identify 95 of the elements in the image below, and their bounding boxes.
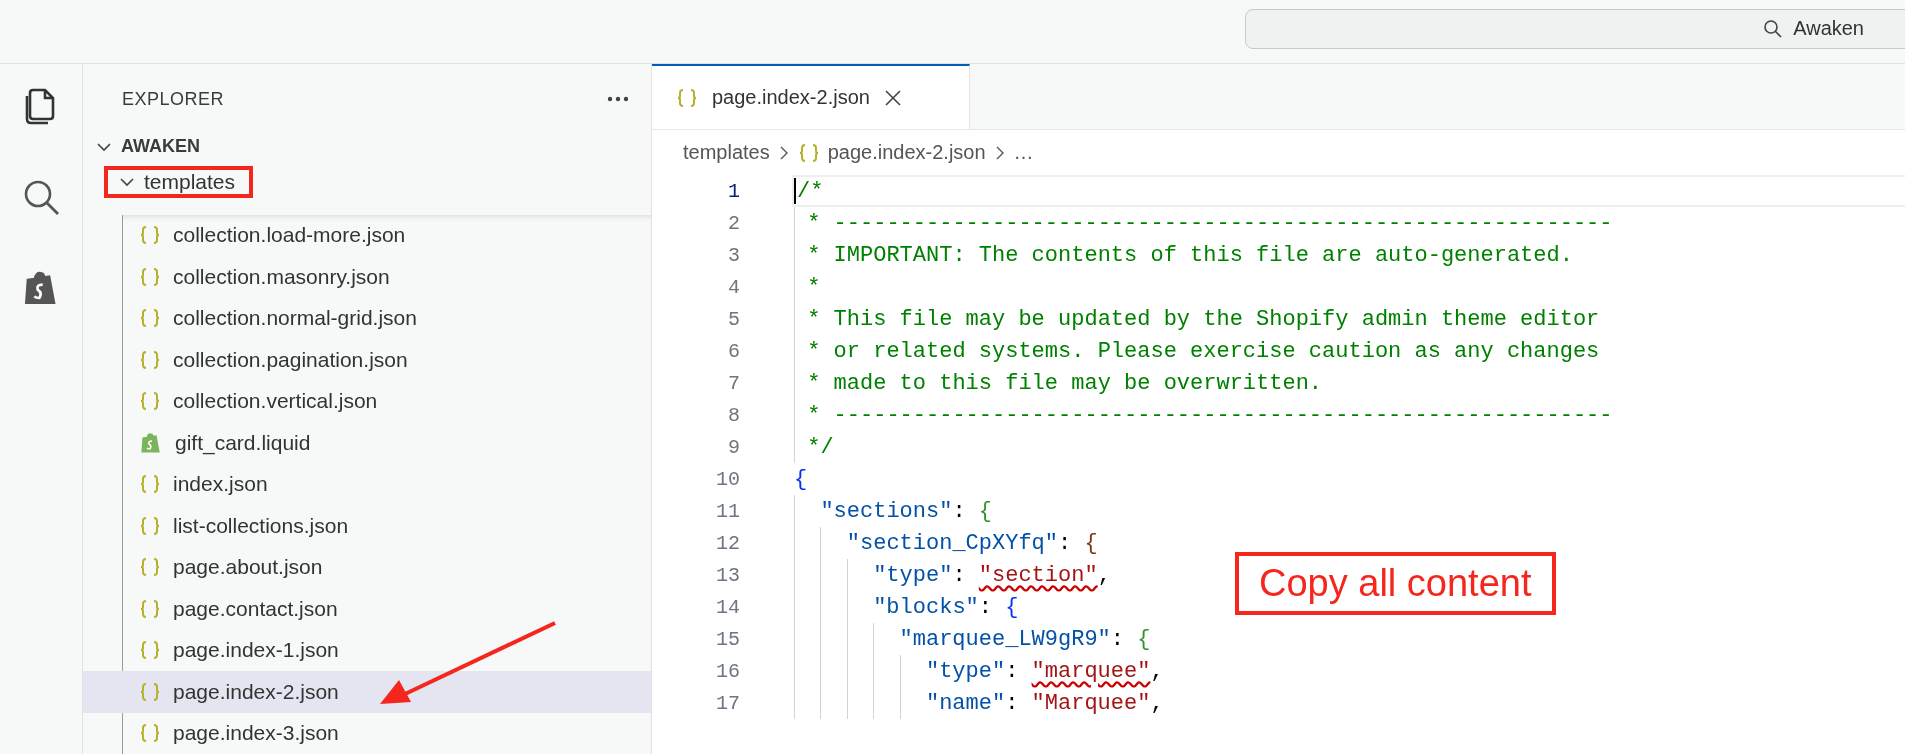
file-item[interactable]: gift_card.liquid <box>83 422 651 464</box>
file-item[interactable]: page.index-2.json <box>83 671 651 713</box>
code-token: "type" <box>873 562 953 588</box>
breadcrumb-item[interactable]: … <box>1013 141 1034 164</box>
search-icon[interactable] <box>22 178 60 216</box>
code-token: { <box>978 498 993 524</box>
search-icon <box>1763 18 1784 39</box>
code-token: : <box>1005 658 1020 684</box>
line-number: 14 <box>715 595 740 619</box>
shopping-bag-icon <box>139 430 163 455</box>
code-token: : <box>978 594 993 620</box>
line-number: 13 <box>715 563 740 587</box>
line-number: 11 <box>715 499 740 523</box>
line-number: 16 <box>715 659 740 683</box>
code-comment: * ----------------------------------------------------------- <box>807 210 1613 236</box>
code-token: , <box>1150 690 1164 716</box>
code-token: , <box>1097 562 1111 588</box>
code-comment: /* <box>797 178 824 204</box>
line-number: 15 <box>715 627 740 651</box>
line-number: 3 <box>727 243 740 267</box>
code-comment: * IMPORTANT: The contents of this file are auto-generated. <box>807 242 1573 268</box>
breadcrumb-item[interactable]: templates <box>683 141 770 164</box>
curly-braces-icon <box>139 680 161 703</box>
file-item[interactable]: page.index-1.json <box>83 629 651 671</box>
text-cursor <box>794 178 796 204</box>
file-item[interactable]: collection.load-more.json <box>83 214 651 256</box>
code-token: "sections" <box>820 498 953 524</box>
line-number: 5 <box>727 307 740 331</box>
code-token: "marquee" <box>1031 658 1151 684</box>
line-number: 2 <box>727 211 740 235</box>
code-token: { <box>1084 530 1098 556</box>
line-number: 9 <box>727 435 740 459</box>
file-item[interactable]: page.index-3.json <box>83 712 651 754</box>
code-token: { <box>1005 594 1019 620</box>
folder-name: AWAKEN <box>121 136 200 158</box>
file-item[interactable]: collection.vertical.json <box>83 380 651 422</box>
code-token: : <box>952 498 967 524</box>
close-icon[interactable] <box>883 88 902 107</box>
line-number: 1 <box>727 179 740 203</box>
line-number: 8 <box>727 403 740 427</box>
sidebar-title: EXPLORER <box>122 88 225 110</box>
file-item[interactable]: list-collections.json <box>83 505 651 547</box>
code-token: "Marquee" <box>1031 690 1151 716</box>
code-comment: * ----------------------------------------------------------- <box>807 402 1613 428</box>
curly-braces-icon <box>139 390 161 413</box>
line-number: 12 <box>715 531 740 555</box>
code-token: : <box>1110 626 1125 652</box>
curly-braces-icon <box>139 307 161 330</box>
curly-braces-icon <box>139 265 161 288</box>
code-token: "name" <box>925 690 1006 716</box>
line-number: 4 <box>727 275 740 299</box>
curly-braces-icon <box>139 473 161 496</box>
line-number: 17 <box>715 691 740 715</box>
curly-braces-icon <box>139 514 161 537</box>
code-token: : <box>1005 690 1020 716</box>
search-text: Awaken <box>1793 17 1864 40</box>
curly-braces-icon <box>139 722 161 745</box>
code-token: "section" <box>978 562 1098 588</box>
line-number: 10 <box>715 467 740 491</box>
code-token: "blocks" <box>873 594 979 620</box>
code-token: "type" <box>925 658 1006 684</box>
editor-tab[interactable]: page.index-2.json <box>652 64 970 129</box>
code-token: "marquee_LW9gR9" <box>899 626 1111 652</box>
curly-braces-icon <box>797 141 820 164</box>
curly-braces-icon <box>676 86 698 109</box>
file-item[interactable]: index.json <box>83 463 651 505</box>
line-number: 7 <box>727 371 740 395</box>
file-item[interactable]: page.contact.json <box>83 588 651 630</box>
more-icon[interactable] <box>607 96 629 102</box>
code-comment: */ <box>807 434 834 460</box>
breadcrumb-item[interactable]: page.index-2.json <box>827 141 986 164</box>
code-token: , <box>1150 658 1164 684</box>
curly-braces-icon <box>139 597 161 620</box>
tree-root[interactable]: AWAKEN <box>83 134 651 160</box>
code-token: "section_CpXYfq" <box>846 530 1058 556</box>
file-item[interactable]: collection.masonry.json <box>83 256 651 298</box>
curly-braces-icon <box>139 348 161 371</box>
curly-braces-icon <box>139 224 161 247</box>
file-item[interactable]: page.about.json <box>83 546 651 588</box>
code-comment: * or related systems. Please exercise caution as any changes <box>807 338 1600 364</box>
line-number: 6 <box>727 339 740 363</box>
code-comment: * This file may be updated by the Shopify admin theme editor <box>807 306 1600 332</box>
folder-item[interactable]: templates <box>104 165 254 198</box>
file-item[interactable]: collection.pagination.json <box>83 339 651 381</box>
curly-braces-icon <box>139 639 161 662</box>
file-item[interactable]: collection.normal-grid.json <box>83 297 651 339</box>
code-token: { <box>1137 626 1151 652</box>
search-field[interactable]: Awaken <box>1245 8 1905 49</box>
curly-braces-icon <box>139 556 161 579</box>
callout-label: Copy all content <box>1235 552 1556 615</box>
code-token: : <box>1058 530 1073 556</box>
code-comment: * <box>807 274 821 300</box>
code-token: : <box>952 562 967 588</box>
code-comment: * made to this file may be overwritten. <box>807 370 1323 396</box>
code-token: { <box>794 466 808 492</box>
